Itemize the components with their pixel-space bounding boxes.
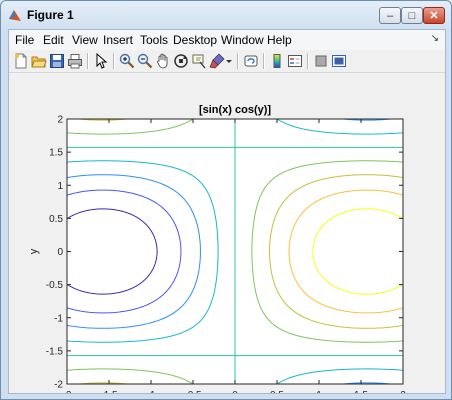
y-tick-label: 1.5 — [49, 148, 63, 159]
chart-title: [sin(x) cos(y)] — [199, 104, 271, 116]
menu-tools[interactable]: Tools — [140, 33, 168, 47]
menu-desktop[interactable]: Desktop — [173, 33, 217, 47]
zoom-in-icon[interactable] — [119, 53, 135, 69]
menu-view[interactable]: View — [72, 33, 98, 47]
x-tick-label: 1.5 — [354, 390, 368, 393]
open-file-icon[interactable] — [31, 53, 47, 69]
maximize-button[interactable]: □ — [401, 7, 423, 24]
y-tick-label: 1 — [57, 181, 63, 192]
brush-icon[interactable] — [209, 53, 225, 69]
y-tick-label: 0.5 — [49, 214, 63, 225]
figure-window: Figure 1 – □ ✕ File Edit View Insert Too… — [0, 0, 452, 400]
menu-file[interactable]: File — [15, 33, 34, 47]
rotate-3d-icon[interactable] — [173, 53, 189, 69]
y-tick-label: 2 — [57, 115, 63, 126]
data-cursor-icon[interactable] — [191, 53, 207, 69]
menu-edit[interactable]: Edit — [43, 33, 64, 47]
y-tick-label: -2 — [54, 380, 63, 391]
save-icon[interactable] — [49, 53, 65, 69]
toolbar-separator — [263, 53, 265, 69]
y-tick-label: -1 — [54, 313, 63, 324]
colorbar-icon[interactable] — [269, 53, 285, 69]
toolbar-separator — [87, 53, 89, 69]
figure-toolbar — [9, 50, 445, 73]
edit-plot-arrow-icon[interactable] — [93, 53, 109, 69]
menu-bar: File Edit View Insert Tools Desktop Wind… — [9, 30, 445, 50]
new-figure-icon[interactable] — [13, 53, 29, 69]
figure-canvas: -2 -1.5 -1 -0.5 0 0.5 1 1.5 2 2 1.5 1 0.5 0 -0.5 -1 -1.… — [9, 73, 445, 399]
hide-plot-tools-icon[interactable] — [313, 53, 329, 69]
x-tick-label: -0.5 — [184, 390, 202, 393]
y-axis-label: y — [28, 248, 40, 254]
menu-insert[interactable]: Insert — [103, 33, 133, 47]
title-bar[interactable]: Figure 1 – □ ✕ — [1, 1, 451, 29]
y-tick-label: -1.5 — [46, 346, 64, 357]
x-tick-label: 2 — [400, 390, 406, 393]
y-tick-label: -0.5 — [46, 280, 64, 291]
pan-hand-icon[interactable] — [155, 53, 171, 69]
y-tick-label: 0 — [57, 247, 63, 258]
link-plot-icon[interactable] — [243, 53, 259, 69]
window-title: Figure 1 — [27, 8, 74, 22]
menu-overflow-arrow[interactable]: ↘ — [431, 33, 439, 44]
menu-window[interactable]: Window — [221, 33, 264, 47]
x-tick-label: 0.5 — [270, 390, 284, 393]
toolbar-separator — [307, 53, 309, 69]
x-tick-label: -2 — [63, 390, 72, 393]
minimize-button[interactable]: – — [379, 7, 401, 24]
toolbar-separator — [237, 53, 239, 69]
zoom-out-icon[interactable] — [137, 53, 153, 69]
close-button[interactable]: ✕ — [423, 7, 445, 24]
x-tick-label: -1.5 — [100, 390, 118, 393]
x-tick-label: 0 — [232, 390, 238, 393]
legend-icon[interactable] — [287, 53, 303, 69]
brush-dropdown-icon[interactable] — [225, 53, 233, 69]
print-icon[interactable] — [67, 53, 83, 69]
matlab-icon — [9, 10, 21, 21]
toolbar-separator — [113, 53, 115, 69]
x-tick-label: 1 — [316, 390, 322, 393]
x-tick-label: -1 — [147, 390, 156, 393]
show-plot-tools-icon[interactable] — [331, 53, 347, 69]
menu-help[interactable]: Help — [267, 33, 292, 47]
contour-plot: -2 -1.5 -1 -0.5 0 0.5 1 1.5 2 2 1.5 1 0.5 0 -0.5 -1 -1.… — [28, 104, 406, 399]
figure-client-area: File Edit View Insert Tools Desktop Wind… — [8, 29, 446, 399]
